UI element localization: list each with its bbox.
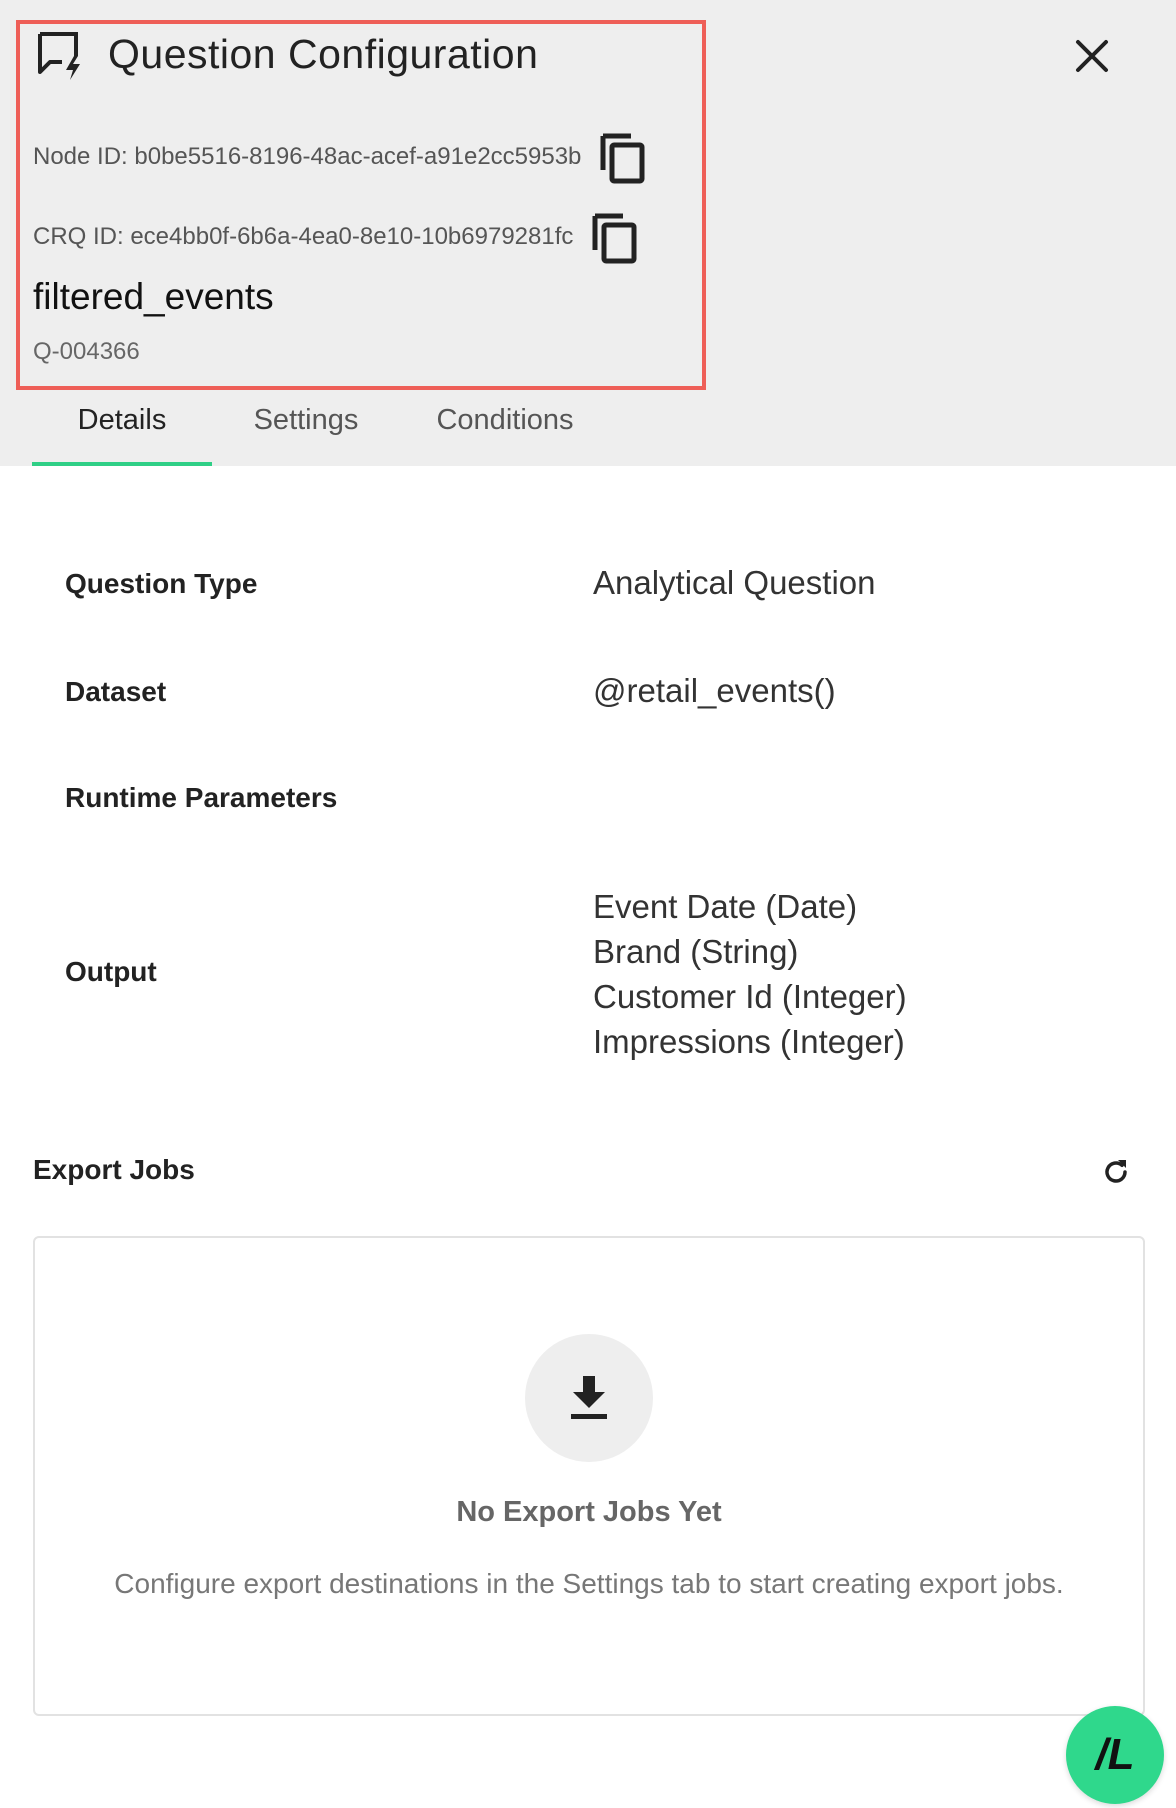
close-icon[interactable] [1068,32,1116,80]
output-item: Event Date (Date) [593,888,858,925]
runtime-parameters-label: Runtime Parameters [65,782,338,813]
output-item: Impressions (Integer) [593,1023,905,1060]
query-code: Q-004366 [33,338,140,365]
assistant-fab-button[interactable]: /L [1066,1706,1164,1804]
copy-icon[interactable] [597,128,649,186]
message-flag-icon [38,32,80,80]
node-id-text: Node ID: b0be5516-8196-48ac-acef-a91e2cc… [33,143,582,170]
output-item: Customer Id (Integer) [593,978,907,1015]
output-list: Event Date (Date) Brand (String) Custome… [593,884,907,1064]
node-id-row: Node ID: b0be5516-8196-48ac-acef-a91e2cc… [33,128,649,186]
query-name: filtered_events [33,276,274,317]
empty-state-description: Configure export destinations in the Set… [114,1568,1064,1599]
tab-details[interactable]: Details [32,390,212,466]
copy-icon[interactable] [589,208,641,266]
page-title: Question Configuration [108,30,539,77]
output-label: Output [65,956,157,987]
output-item: Brand (String) [593,933,799,970]
header-panel: Question Configuration Node ID: b0be5516… [0,0,1176,466]
tab-settings[interactable]: Settings [216,390,396,466]
dataset-value: @retail_events() [593,672,836,709]
dataset-label: Dataset [65,676,167,707]
tab-bar: Details Settings Conditions [32,390,610,466]
crq-id-row: CRQ ID: ece4bb0f-6b6a-4ea0-8e10-10b69792… [33,208,641,266]
question-type-value: Analytical Question [593,564,876,601]
crq-id-text: CRQ ID: ece4bb0f-6b6a-4ea0-8e10-10b69792… [33,223,574,250]
export-jobs-title: Export Jobs [33,1154,195,1185]
question-type-label: Question Type [65,568,258,599]
export-jobs-empty-state: No Export Jobs Yet Configure export dest… [33,1236,1145,1716]
empty-state-title: No Export Jobs Yet [456,1496,722,1528]
title-row: Question Configuration [34,28,538,80]
tab-conditions[interactable]: Conditions [400,390,610,466]
download-icon-circle [525,1334,653,1462]
download-icon [571,1376,607,1419]
refresh-icon[interactable] [1100,1156,1132,1188]
